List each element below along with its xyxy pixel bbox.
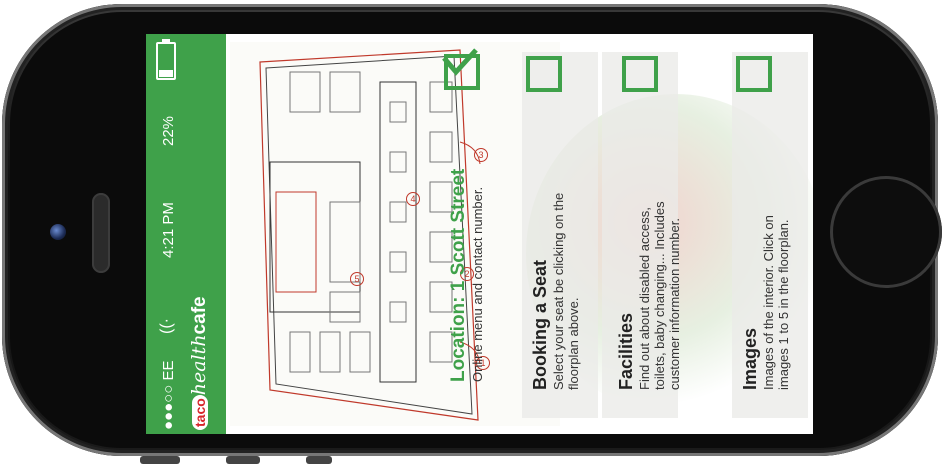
app-screen: 22% 4:21 PM ((· ●●●○○ EE tacohealthcafe [146, 34, 813, 434]
facilities-checkbox[interactable] [622, 56, 658, 92]
carrier-signal: ●●●○○ EE [160, 360, 177, 430]
facilities-desc-line1: Find out about disabled access, [637, 207, 652, 390]
battery-percent: 22% [160, 115, 177, 146]
facilities-desc-line3: customer information number. [667, 218, 682, 390]
floorplan[interactable]: 1 2 3 4 5 [230, 42, 560, 426]
brand-health: health [188, 334, 210, 396]
volume-button [140, 456, 180, 464]
location-title: Location: 1 Scott Street [448, 168, 469, 382]
facilities-desc-line2: toilets, baby changing... Includes [652, 201, 667, 390]
images-desc-line2: images 1 to 5 in the floorplan. [776, 219, 791, 390]
location-checkbox[interactable] [442, 48, 480, 90]
status-bar: 22% 4:21 PM ((· ●●●○○ EE tacohealthcafe [146, 34, 226, 434]
images-title: Images [740, 327, 760, 390]
speaker-grille [92, 193, 110, 273]
booking-desc-line2: floorplan above. [566, 297, 581, 390]
checkmark-icon [442, 48, 478, 76]
booking-desc-line1: Select your seat be clicking on the [551, 192, 566, 390]
plan-marker-3[interactable]: 3 [474, 148, 488, 162]
images-checkbox[interactable] [736, 56, 772, 92]
mute-switch [306, 456, 332, 464]
plan-marker-5[interactable]: 5 [350, 272, 364, 286]
brand-taco: taco [192, 395, 208, 430]
volume-button [226, 456, 260, 464]
camera-icon [50, 224, 66, 240]
home-button[interactable] [830, 176, 942, 288]
location-subtitle: Online menu and contact number. [470, 186, 485, 382]
plan-marker-4[interactable]: 4 [406, 192, 420, 206]
floorplan-drawing [259, 49, 481, 421]
battery-icon [156, 39, 176, 80]
booking-checkbox[interactable] [526, 56, 562, 92]
images-desc-line1: Images of the interior. Click on [761, 215, 776, 390]
booking-title: Booking a Seat [530, 259, 550, 390]
brand-logo[interactable]: tacohealthcafe [188, 296, 211, 430]
wifi-icon: ((· [158, 318, 175, 334]
facilities-title: Facilities [616, 312, 636, 390]
brand-cafe: cafe [189, 296, 210, 335]
clock: 4:21 PM [160, 202, 177, 258]
